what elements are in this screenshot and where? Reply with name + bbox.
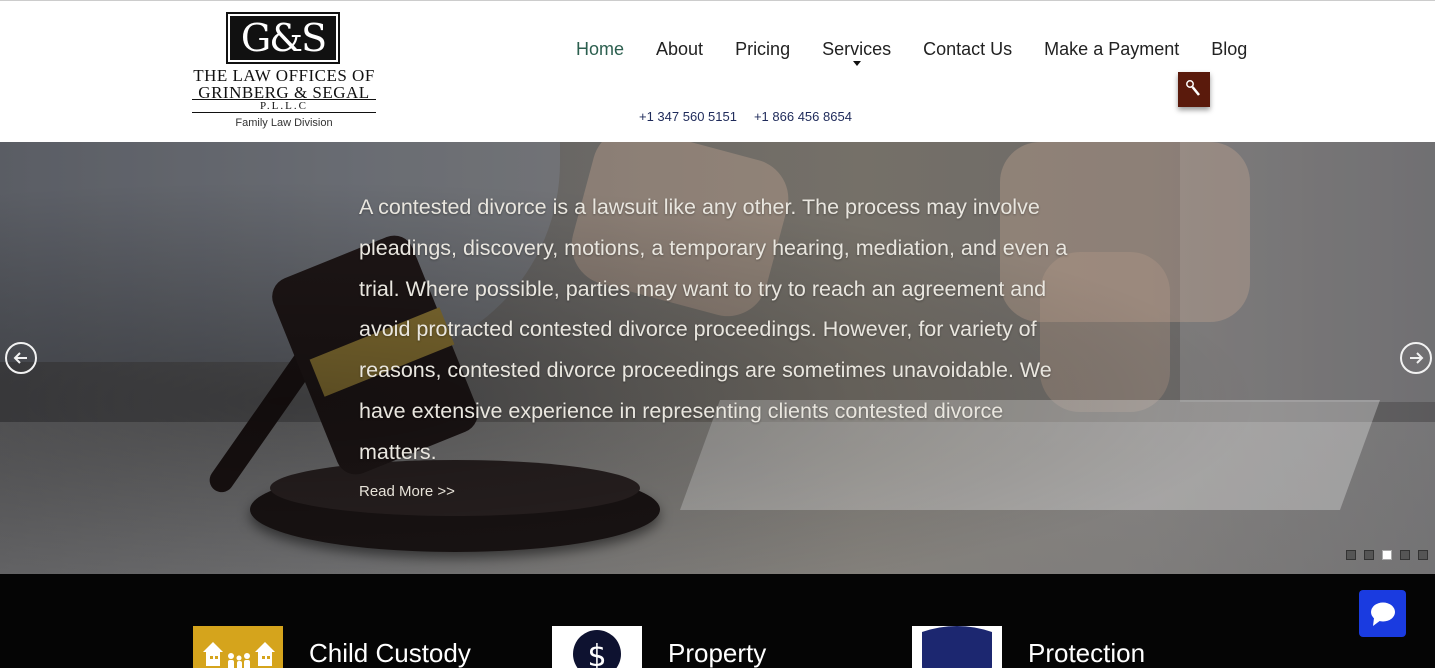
svg-text:$: $	[587, 639, 606, 668]
slider-dot-2[interactable]	[1364, 550, 1374, 560]
site-logo[interactable]: G&S THE LAW OFFICES OF GRINBERG & SEGAL …	[192, 12, 376, 134]
phone-link-1[interactable]: +1 347 560 5151	[639, 109, 737, 124]
dollar-icon: $	[552, 626, 642, 668]
hero-text: A contested divorce is a lawsuit like an…	[359, 195, 1068, 464]
services-strip: Child Custody $ Property Protection	[0, 574, 1435, 668]
site-header: G&S THE LAW OFFICES OF GRINBERG & SEGAL …	[0, 0, 1435, 142]
nav-contact-us[interactable]: Contact Us	[923, 39, 1012, 63]
nav-about[interactable]: About	[656, 39, 703, 63]
arrow-left-icon	[13, 352, 27, 364]
phone-link-2[interactable]: +1 866 456 8654	[754, 109, 852, 124]
nav-blog[interactable]: Blog	[1211, 39, 1247, 63]
slider-dot-5[interactable]	[1418, 550, 1428, 560]
slider-dots	[1346, 550, 1428, 560]
search-icon	[1186, 80, 1200, 96]
nav-services[interactable]: Services	[822, 39, 892, 66]
nav-make-a-payment[interactable]: Make a Payment	[1044, 39, 1179, 63]
caret-down-icon	[852, 61, 861, 66]
nav-pricing[interactable]: Pricing	[735, 39, 790, 63]
logo-division: Family Law Division	[235, 117, 333, 129]
search-button[interactable]	[1178, 72, 1210, 107]
main-nav: Home About Pricing Services Contact Us M…	[576, 39, 1247, 66]
hero-slider: A contested divorce is a lawsuit like an…	[0, 142, 1435, 574]
slider-dot-3[interactable]	[1382, 550, 1392, 560]
arrow-right-icon	[1410, 352, 1424, 364]
service-label: Protection	[1028, 638, 1146, 668]
phone-numbers: +1 347 560 5151 +1 866 456 8654	[639, 109, 852, 124]
nav-services-label: Services	[822, 39, 892, 59]
family-houses-icon	[193, 626, 283, 668]
chat-bubble-icon	[1371, 602, 1395, 626]
nav-home[interactable]: Home	[576, 39, 624, 63]
service-label: Property	[668, 638, 767, 668]
service-label: Child Custody	[309, 638, 471, 668]
slider-dot-4[interactable]	[1400, 550, 1410, 560]
slider-prev-button[interactable]	[5, 342, 37, 374]
chat-button[interactable]	[1359, 590, 1406, 637]
slider-next-button[interactable]	[1400, 342, 1432, 374]
read-more-link[interactable]: Read More >>	[359, 483, 455, 500]
logo-mark: G&S	[226, 12, 340, 64]
logo-pllc: P.L.L.C	[192, 99, 376, 113]
shield-icon	[912, 626, 1002, 668]
slider-dot-1[interactable]	[1346, 550, 1356, 560]
